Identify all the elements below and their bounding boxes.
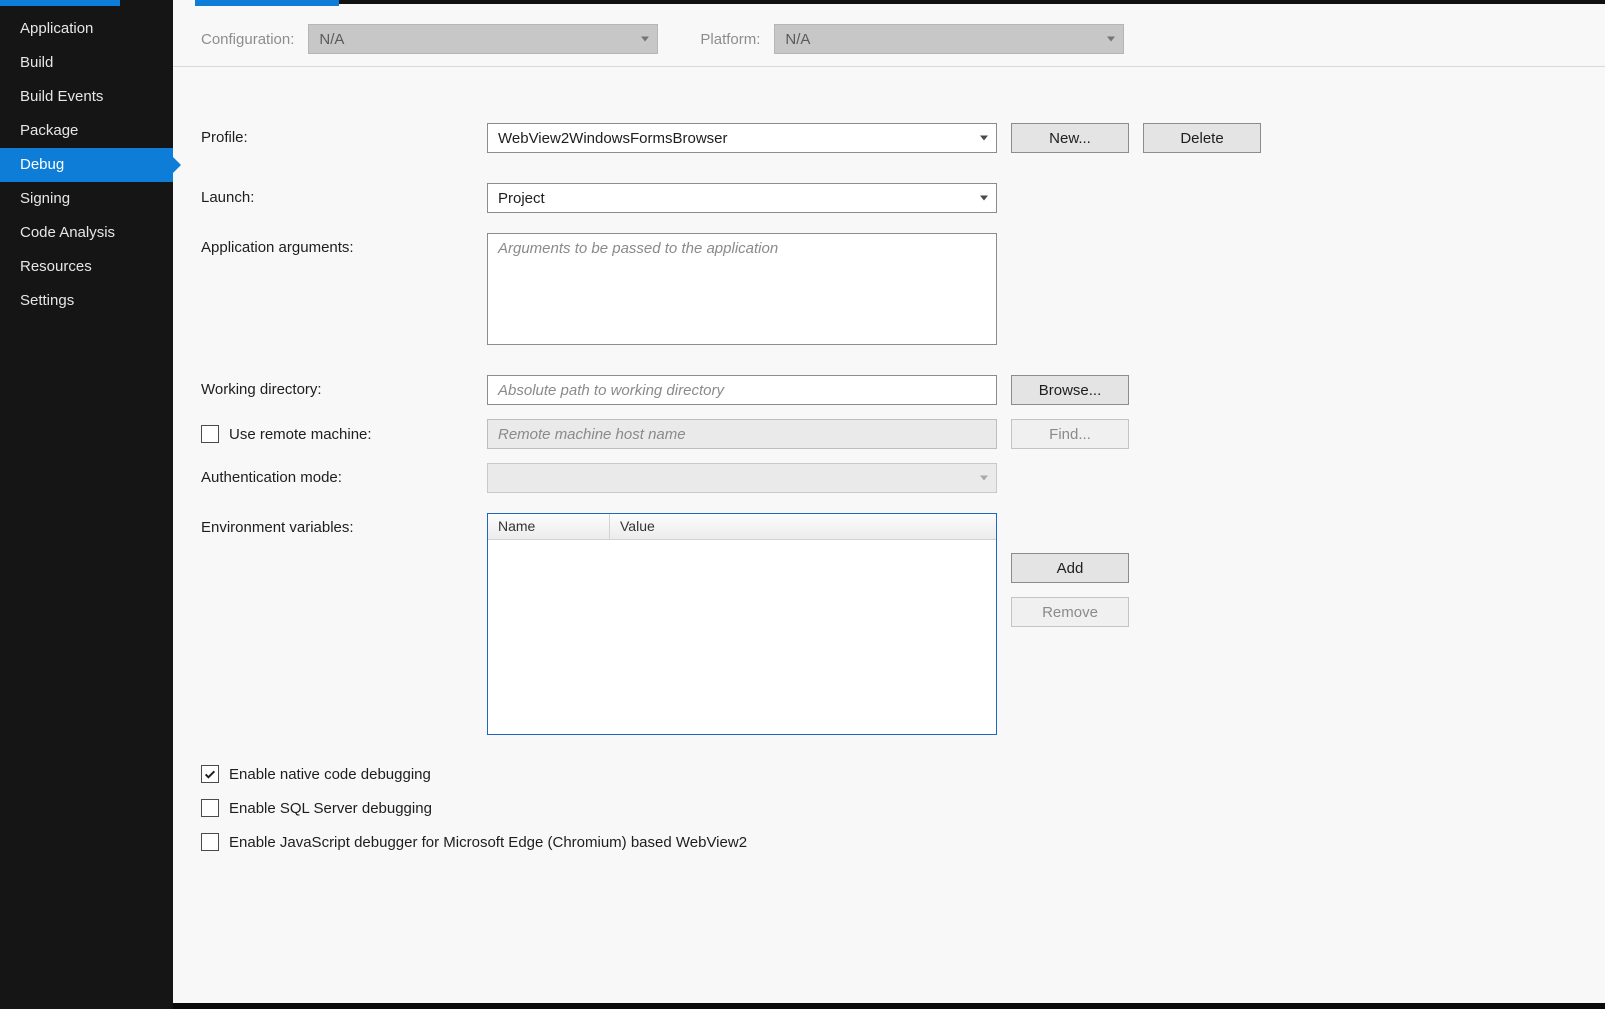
- auth-label: Authentication mode:: [201, 463, 487, 486]
- env-variables-table[interactable]: Name Value: [487, 513, 997, 735]
- row-args: Application arguments: Arguments to be p…: [201, 233, 1581, 345]
- remote-checkbox-label: Use remote machine:: [229, 426, 372, 443]
- row-auth: Authentication mode:: [201, 463, 1581, 493]
- configuration-label: Configuration:: [201, 31, 294, 48]
- js-debug-checkbox[interactable]: [201, 833, 219, 851]
- remote-placeholder: Remote machine host name: [498, 426, 686, 443]
- env-table-body: [488, 540, 996, 734]
- row-profile: Profile: WebView2WindowsFormsBrowser New…: [201, 123, 1581, 153]
- native-debug-checkbox[interactable]: [201, 765, 219, 783]
- sidebar-item-application[interactable]: Application: [0, 12, 173, 46]
- configuration-value: N/A: [319, 31, 344, 48]
- app-root: Application Build Build Events Package D…: [0, 0, 1605, 1009]
- remote-checkbox[interactable]: [201, 425, 219, 443]
- env-add-button[interactable]: Add: [1011, 553, 1129, 583]
- workdir-placeholder: Absolute path to working directory: [498, 382, 724, 399]
- working-directory-input[interactable]: Absolute path to working directory: [487, 375, 997, 405]
- env-label: Environment variables:: [201, 513, 487, 536]
- chevron-down-icon: [980, 136, 988, 141]
- row-remote: Use remote machine: Remote machine host …: [201, 419, 1581, 449]
- sidebar-item-resources[interactable]: Resources: [0, 250, 173, 284]
- find-button[interactable]: Find...: [1011, 419, 1129, 449]
- env-col-name: Name: [488, 514, 610, 539]
- sidebar-item-settings[interactable]: Settings: [0, 284, 173, 318]
- application-arguments-input[interactable]: Arguments to be passed to the applicatio…: [487, 233, 997, 345]
- env-col-value: Value: [610, 514, 996, 539]
- row-launch: Launch: Project: [201, 183, 1581, 213]
- profile-dropdown[interactable]: WebView2WindowsFormsBrowser: [487, 123, 997, 153]
- delete-profile-button[interactable]: Delete: [1143, 123, 1261, 153]
- browse-button[interactable]: Browse...: [1011, 375, 1129, 405]
- sidebar-item-package[interactable]: Package: [0, 114, 173, 148]
- profile-value: WebView2WindowsFormsBrowser: [498, 130, 728, 147]
- env-table-header: Name Value: [488, 514, 996, 540]
- chevron-down-icon: [980, 476, 988, 481]
- remote-label-wrap: Use remote machine:: [201, 419, 487, 443]
- config-bar: Configuration: N/A Platform: N/A: [173, 6, 1605, 67]
- sql-debug-checkbox[interactable]: [201, 799, 219, 817]
- args-label: Application arguments:: [201, 233, 487, 256]
- row-env: Environment variables: Name Value Add Re…: [201, 513, 1581, 735]
- launch-dropdown[interactable]: Project: [487, 183, 997, 213]
- chevron-down-icon: [980, 196, 988, 201]
- native-debug-label: Enable native code debugging: [229, 766, 431, 783]
- platform-dropdown[interactable]: N/A: [774, 24, 1124, 54]
- launch-label: Launch:: [201, 183, 487, 206]
- workdir-label: Working directory:: [201, 375, 487, 398]
- bottom-strip: [173, 1003, 1605, 1009]
- form-area: Profile: WebView2WindowsFormsBrowser New…: [173, 67, 1605, 891]
- top-accent: [0, 0, 1605, 6]
- launch-value: Project: [498, 190, 545, 207]
- profile-label: Profile:: [201, 123, 487, 146]
- configuration-dropdown[interactable]: N/A: [308, 24, 658, 54]
- chevron-down-icon: [641, 37, 649, 42]
- sidebar-item-build-events[interactable]: Build Events: [0, 80, 173, 114]
- sidebar-item-build[interactable]: Build: [0, 46, 173, 80]
- chevron-down-icon: [1107, 37, 1115, 42]
- sidebar: Application Build Build Events Package D…: [0, 0, 173, 1009]
- env-remove-button[interactable]: Remove: [1011, 597, 1129, 627]
- platform-label: Platform:: [700, 31, 760, 48]
- main-panel: Configuration: N/A Platform: N/A Profile…: [173, 0, 1605, 1009]
- platform-value: N/A: [785, 31, 810, 48]
- row-enable-js: Enable JavaScript debugger for Microsoft…: [201, 833, 1581, 851]
- sidebar-item-debug[interactable]: Debug: [0, 148, 173, 182]
- row-working-dir: Working directory: Absolute path to work…: [201, 375, 1581, 405]
- auth-dropdown[interactable]: [487, 463, 997, 493]
- js-debug-label: Enable JavaScript debugger for Microsoft…: [229, 834, 747, 851]
- remote-host-input[interactable]: Remote machine host name: [487, 419, 997, 449]
- row-enable-sql: Enable SQL Server debugging: [201, 799, 1581, 817]
- new-profile-button[interactable]: New...: [1011, 123, 1129, 153]
- checkmark-icon: [203, 767, 217, 781]
- row-enable-native: Enable native code debugging: [201, 765, 1581, 783]
- args-placeholder: Arguments to be passed to the applicatio…: [498, 240, 778, 257]
- sql-debug-label: Enable SQL Server debugging: [229, 800, 432, 817]
- sidebar-item-code-analysis[interactable]: Code Analysis: [0, 216, 173, 250]
- sidebar-item-signing[interactable]: Signing: [0, 182, 173, 216]
